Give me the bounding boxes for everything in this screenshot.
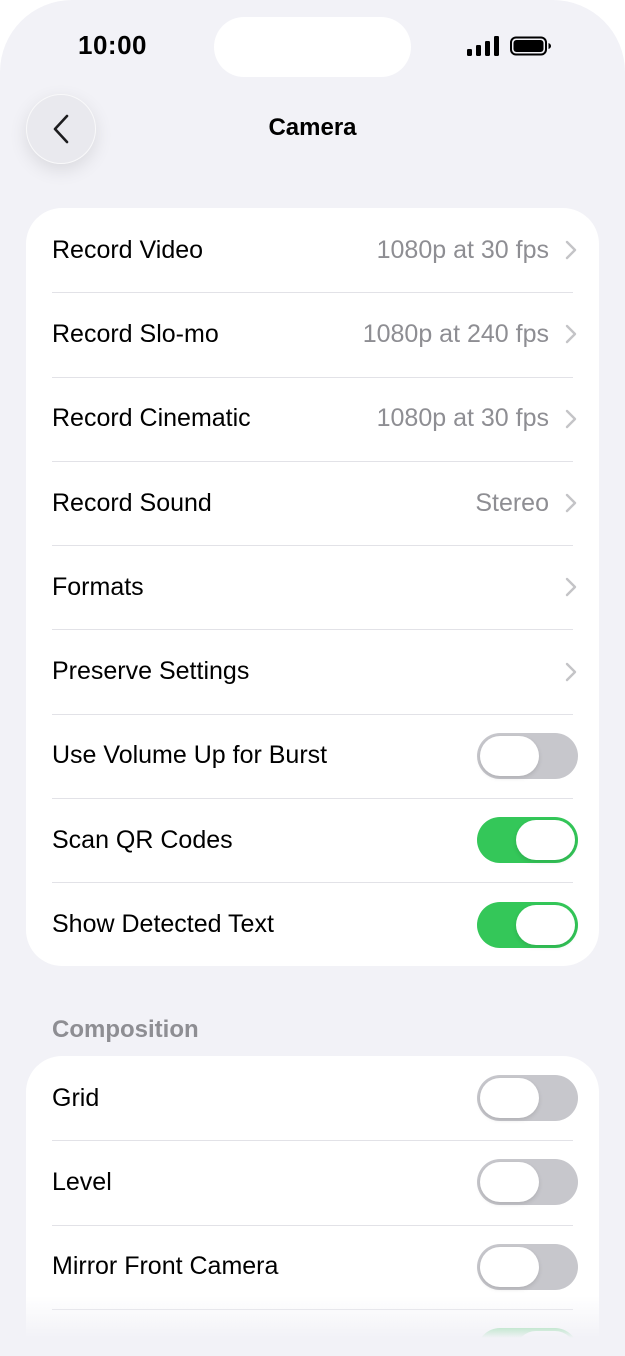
scan-qr-row: Scan QR Codes (26, 798, 599, 882)
row-value: Stereo (475, 488, 549, 517)
dynamic-island (214, 17, 411, 77)
section-header-composition: Composition (52, 1016, 199, 1043)
mirror-front-row: Mirror Front Camera (26, 1224, 599, 1309)
chevron-right-icon (565, 240, 577, 260)
row-label: Record Video (52, 235, 204, 264)
row-value: 1080p at 240 fps (362, 319, 549, 348)
row-value: 1080p at 30 fps (376, 235, 549, 264)
row-label: Show Detected Text (52, 910, 274, 939)
battery-icon (510, 36, 551, 56)
row-label: Record Sound (52, 488, 212, 517)
row-label: Level (52, 1167, 112, 1196)
record-cinematic-row[interactable]: Record Cinematic 1080p at 30 fps (26, 376, 599, 461)
toggle-knob (516, 820, 575, 861)
grid-toggle[interactable] (477, 1075, 578, 1122)
row-label: View Outside the Frame (52, 1336, 320, 1356)
grid-row: Grid (26, 1056, 599, 1140)
view-outside-frame-toggle[interactable] (477, 1328, 578, 1356)
detected-text-toggle[interactable] (477, 901, 578, 948)
scan-qr-toggle[interactable] (477, 817, 578, 864)
toggle-knob (480, 1246, 539, 1287)
record-slomo-row[interactable]: Record Slo-mo 1080p at 240 fps (26, 292, 599, 376)
composition-group: Grid Level Mirror Front Camera View Outs… (26, 1056, 599, 1356)
settings-screen: 10:00 Camera Record Video 1080p at 30 fp… (0, 0, 625, 1356)
chevron-right-icon (565, 409, 577, 428)
row-label: Mirror Front Camera (52, 1252, 279, 1281)
detected-text-row: Show Detected Text (26, 882, 599, 966)
record-video-row[interactable]: Record Video 1080p at 30 fps (26, 208, 599, 292)
chevron-right-icon (565, 662, 577, 681)
row-label: Record Slo-mo (52, 319, 219, 348)
toggle-knob (480, 1078, 539, 1119)
row-label: Grid (52, 1083, 100, 1112)
formats-row[interactable]: Formats (26, 545, 599, 629)
view-outside-frame-row: View Outside the Frame (26, 1308, 599, 1356)
mirror-front-toggle[interactable] (477, 1243, 578, 1290)
record-sound-row[interactable]: Record Sound Stereo (26, 460, 599, 545)
chevron-right-icon (565, 325, 577, 344)
row-label: Formats (52, 572, 144, 601)
row-label: Scan QR Codes (52, 825, 233, 854)
row-label: Record Cinematic (52, 404, 251, 433)
page-title: Camera (268, 114, 357, 141)
level-toggle[interactable] (477, 1159, 578, 1206)
volume-burst-toggle[interactable] (477, 732, 578, 779)
camera-settings-group: Record Video 1080p at 30 fps Record Slo-… (26, 208, 599, 966)
level-row: Level (26, 1140, 599, 1224)
toggle-knob (480, 735, 539, 776)
row-label: Use Volume Up for Burst (52, 741, 328, 770)
toggle-knob (480, 1162, 539, 1203)
toggle-knob (516, 904, 575, 945)
preserve-settings-row[interactable]: Preserve Settings (26, 629, 599, 713)
row-value: 1080p at 30 fps (376, 404, 549, 433)
signal-icon (467, 36, 499, 56)
row-label: Preserve Settings (52, 657, 250, 686)
volume-burst-row: Use Volume Up for Burst (26, 713, 599, 798)
chevron-right-icon (565, 493, 577, 513)
chevron-right-icon (565, 578, 577, 597)
status-time: 10:00 (78, 30, 147, 60)
toggle-knob (516, 1331, 575, 1356)
